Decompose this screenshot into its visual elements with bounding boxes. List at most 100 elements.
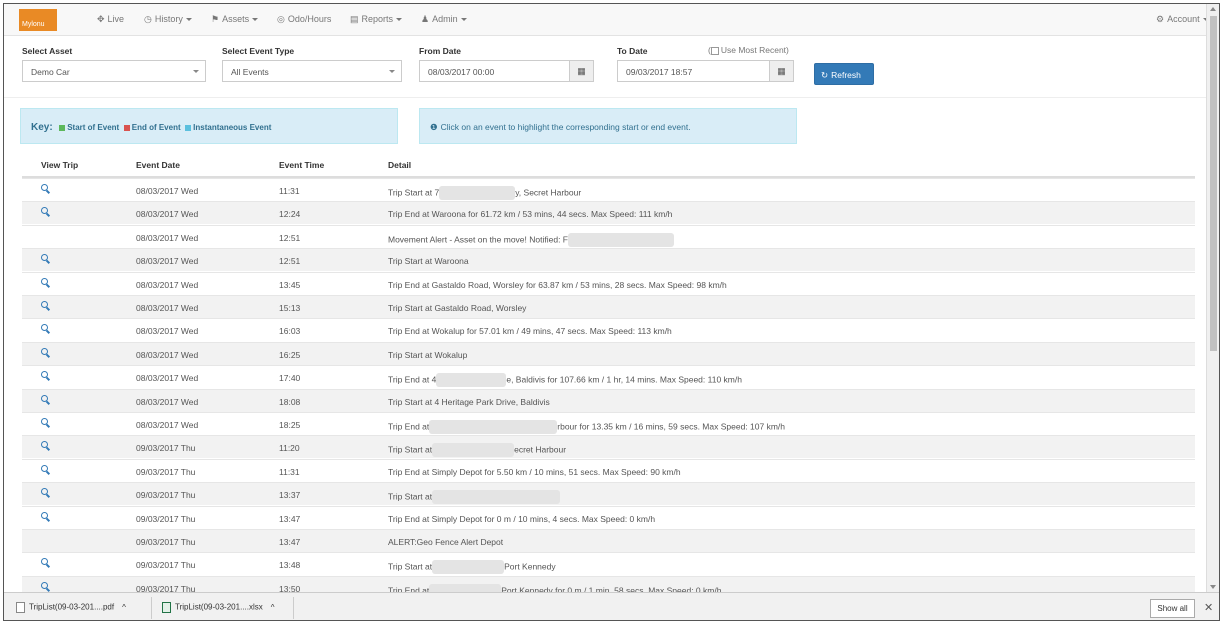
use-most-recent-checkbox[interactable]: (Use Most Recent) xyxy=(708,45,789,55)
scroll-up-icon[interactable] xyxy=(1210,7,1216,11)
event-time-cell: 18:25 xyxy=(279,420,301,430)
chevron-up-icon[interactable]: ^ xyxy=(122,603,126,612)
event-date-cell: 09/03/2017 Thu xyxy=(136,560,196,571)
table-row[interactable]: 08/03/2017 Wed 12:51 Trip Start at Waroona xyxy=(22,248,1195,272)
event-type-select[interactable]: All Events xyxy=(222,60,402,82)
chevron-down-icon xyxy=(389,70,395,73)
table-row[interactable]: 08/03/2017 Wed 18:25 Trip End at rbour for … xyxy=(22,412,1195,435)
download-item-pdf[interactable]: TripList(09-03-201....pdf ^ xyxy=(16,602,126,613)
search-icon xyxy=(41,441,50,452)
detail-text: Trip Start at Wokalup xyxy=(388,349,468,360)
refresh-button[interactable]: ↻ Refresh xyxy=(814,63,874,85)
view-trip-button[interactable] xyxy=(41,254,50,267)
view-trip-button[interactable] xyxy=(41,184,50,197)
redacted-text xyxy=(432,443,515,458)
to-date-calendar-button[interactable]: ▦ xyxy=(769,60,794,82)
event-time-cell: 13:37 xyxy=(279,490,301,501)
event-date-cell: 08/03/2017 Wed xyxy=(136,232,199,243)
search-icon xyxy=(41,347,50,359)
table-row[interactable]: 09/03/2017 Thu 13:48 Trip Start at Port Ken… xyxy=(22,552,1195,575)
search-icon xyxy=(41,558,50,569)
search-icon xyxy=(41,301,50,312)
table-row[interactable]: 09/03/2017 Thu 13:37 Trip Start at xyxy=(22,482,1195,506)
chevron-up-icon[interactable]: ^ xyxy=(271,603,275,612)
scroll-down-icon[interactable] xyxy=(1210,585,1216,589)
detail-text: Trip Start at 4 Heritage Park Drive, Bal… xyxy=(388,396,550,407)
excel-file-icon xyxy=(162,602,171,613)
view-trip-button[interactable] xyxy=(41,277,50,291)
event-key-box: Key: Start of Event End of Event Instant… xyxy=(20,108,398,144)
event-date-cell: 08/03/2017 Wed xyxy=(136,303,199,313)
nav-admin[interactable]: ♟ Admin xyxy=(421,14,467,25)
detail-text: Movement Alert - Asset on the move! Noti… xyxy=(388,234,568,245)
event-time-cell: 13:48 xyxy=(279,560,301,571)
asset-select-value: Demo Car xyxy=(31,67,70,77)
user-icon: ♟ xyxy=(421,14,430,24)
view-trip-button[interactable] xyxy=(41,488,50,501)
event-time-cell: 13:47 xyxy=(279,537,301,547)
event-date-cell: 09/03/2017 Thu xyxy=(136,513,196,524)
search-icon xyxy=(41,511,50,523)
redacted-text xyxy=(432,490,561,505)
event-detail-cell: Trip Start at ecret Harbour xyxy=(388,443,566,458)
key-instant: Instantaneous Event xyxy=(185,123,271,132)
view-trip-button[interactable] xyxy=(41,464,50,478)
scroll-thumb[interactable] xyxy=(1210,16,1217,351)
view-trip-button[interactable] xyxy=(41,371,50,384)
page-scrollbar[interactable] xyxy=(1206,4,1219,592)
table-row[interactable]: 08/03/2017 Wed 17:40 Trip End at 4 e, Baldi… xyxy=(22,365,1195,388)
table-row[interactable]: 08/03/2017 Wed 18:08 Trip Start at 4 Herit… xyxy=(22,388,1195,412)
from-date-calendar-button[interactable]: ▦ xyxy=(569,60,594,82)
event-detail-cell: Trip Start at 4 Heritage Park Drive, Bal… xyxy=(388,397,550,407)
view-trip-button[interactable] xyxy=(41,511,50,525)
view-trip-button[interactable] xyxy=(41,324,50,337)
table-row[interactable]: 09/03/2017 Thu 13:47 ALERT:Geo Fence Alert… xyxy=(22,529,1195,552)
table-row[interactable]: 08/03/2017 Wed 11:31 Trip Start at 7 y, Sec… xyxy=(22,178,1195,201)
nav-account[interactable]: ⚙ Account xyxy=(1156,14,1209,25)
table-row[interactable]: 09/03/2017 Thu 13:47 Trip End at Simply De… xyxy=(22,505,1195,529)
nav-history[interactable]: ◷ History xyxy=(144,14,192,25)
view-trip-button[interactable] xyxy=(41,301,50,314)
nav-reports[interactable]: ▤ Reports xyxy=(350,14,403,25)
checkbox-icon xyxy=(710,46,719,55)
table-row[interactable]: 09/03/2017 Thu 11:31 Trip End at Simply De… xyxy=(22,458,1195,482)
table-row[interactable]: 08/03/2017 Wed 12:51 Movement Alert - Asse… xyxy=(22,224,1195,248)
detail-text-suffix: y, Secret Harbour xyxy=(515,187,582,198)
detail-text: Trip Start at xyxy=(388,561,433,572)
calendar-icon: ▦ xyxy=(577,66,586,76)
show-all-button[interactable]: Show all xyxy=(1150,599,1195,618)
nav-assets[interactable]: ⚑ Assets xyxy=(211,14,259,25)
table-row[interactable]: 08/03/2017 Wed 13:45 Trip End at Gastaldo … xyxy=(22,271,1195,295)
event-time-cell: 13:47 xyxy=(279,513,301,524)
view-trip-button[interactable] xyxy=(41,207,50,220)
detail-text: Trip Start at xyxy=(388,491,433,502)
nav-live[interactable]: ✥ Live xyxy=(97,14,124,25)
table-row[interactable]: 08/03/2017 Wed 16:25 Trip Start at Wokalup xyxy=(22,341,1195,365)
event-time-cell: 12:51 xyxy=(279,256,301,267)
view-trip-button[interactable] xyxy=(41,441,50,454)
table-row[interactable]: 08/03/2017 Wed 15:13 Trip Start at Gastald… xyxy=(22,295,1195,318)
view-trip-button[interactable] xyxy=(41,558,50,571)
redacted-text xyxy=(429,420,558,434)
brand-logo[interactable]: Mylonu xyxy=(19,9,57,31)
asset-label: Select Asset xyxy=(22,46,73,56)
to-date-input[interactable]: 09/03/2017 18:57 xyxy=(617,60,770,82)
from-date-input[interactable]: 08/03/2017 00:00 xyxy=(419,60,570,82)
download-item-xlsx[interactable]: TripList(09-03-201....xlsx ^ xyxy=(162,602,275,613)
view-trip-button[interactable] xyxy=(41,418,50,431)
event-detail-cell: Trip End at Gastaldo Road, Worsley for 6… xyxy=(388,280,727,290)
nav-reports-label: Reports xyxy=(361,14,394,24)
view-trip-button[interactable] xyxy=(41,394,50,408)
table-row[interactable]: 08/03/2017 Wed 12:24 Trip End at Waroona f… xyxy=(22,201,1195,225)
table-row[interactable]: 09/03/2017 Thu 11:20 Trip Start at ecret Ha… xyxy=(22,435,1195,459)
calendar-icon: ▦ xyxy=(777,66,786,76)
close-icon[interactable]: ✕ xyxy=(1204,601,1213,614)
table-row[interactable]: 08/03/2017 Wed 16:03 Trip End at Wokalup f… xyxy=(22,318,1195,341)
view-trip-button[interactable] xyxy=(41,347,50,361)
to-date-value: 09/03/2017 18:57 xyxy=(626,67,693,77)
nav-odo-hours[interactable]: ◎ Odo/Hours xyxy=(277,14,331,25)
detail-text: Trip End at Wokalup for 57.01 km / 49 mi… xyxy=(388,326,672,337)
asset-select[interactable]: Demo Car xyxy=(22,60,206,82)
download-pdf-name: TripList(09-03-201....pdf xyxy=(29,602,115,612)
search-icon xyxy=(41,207,50,218)
